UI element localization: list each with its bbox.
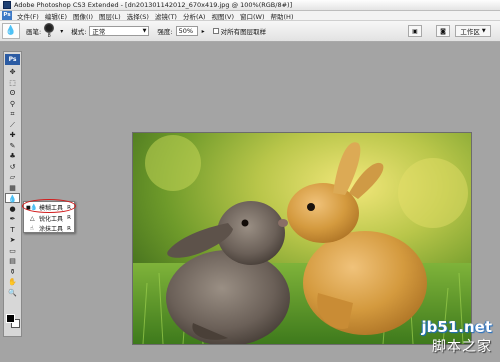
blur-tool-icon[interactable]: 💧 xyxy=(5,193,20,203)
crop-tool-icon[interactable]: ⌗ xyxy=(5,109,20,119)
watermark-site: jb51.net xyxy=(421,318,492,336)
menu-help[interactable]: 帮助(H) xyxy=(268,11,297,21)
hand-tool-icon[interactable]: ✋ xyxy=(5,277,20,287)
watermark-text: 脚本之家 xyxy=(432,339,492,355)
notes-tool-icon[interactable]: ▤ xyxy=(5,256,20,266)
sample-all-layers-label: 对所有图层取样 xyxy=(220,28,267,36)
sharpen-triangle-icon: △ xyxy=(30,214,35,222)
slice-tool-icon[interactable]: ⟋ xyxy=(5,120,20,130)
marquee-tool-icon[interactable]: ⬚ xyxy=(5,78,20,88)
zoom-tool-icon[interactable]: 🔍 xyxy=(5,288,20,298)
lasso-tool-icon[interactable]: ʘ xyxy=(5,88,20,98)
toolbox-ps-logo: Ps xyxy=(5,54,20,65)
options-bar: 💧 画笔: 8 ▾ 模式: 正常 ▼ 强度: 50% ▸ 对所有图层取样 ▣ ◙… xyxy=(0,21,500,42)
camera-button[interactable]: ◙ xyxy=(436,25,450,37)
path-selection-tool-icon[interactable]: ➤ xyxy=(5,235,20,245)
brush-tip-icon xyxy=(44,23,55,33)
flyout-item-shortcut: R xyxy=(67,215,71,221)
menu-window[interactable]: 窗口(W) xyxy=(237,11,268,21)
gradient-tool-icon[interactable]: ▦ xyxy=(5,183,20,193)
type-tool-icon[interactable]: T xyxy=(5,225,20,235)
eraser-tool-icon[interactable]: ▱ xyxy=(5,172,20,182)
blur-drop-icon: 💧 xyxy=(5,26,17,36)
brush-label: 画笔: xyxy=(26,28,42,36)
chevron-down-icon: ▼ xyxy=(481,28,486,34)
workspace-label: 工作区 xyxy=(460,28,480,36)
menu-image[interactable]: 图像(I) xyxy=(70,11,96,21)
palette-icon: ▣ xyxy=(412,27,418,35)
strength-slider-arrow-icon[interactable]: ▸ xyxy=(202,28,205,35)
healing-brush-tool-icon[interactable]: ✚ xyxy=(5,130,20,140)
title-bar: Adobe Photoshop CS3 Extended - [dn201301… xyxy=(0,0,500,11)
brush-picker[interactable]: 8 xyxy=(44,23,55,39)
camera-icon: ◙ xyxy=(440,27,446,35)
flyout-item-sharpen[interactable]: △ 锐化工具 R xyxy=(24,213,74,223)
pen-tool-icon[interactable]: ✒ xyxy=(5,214,20,224)
flyout-item-shortcut: R xyxy=(67,225,71,232)
clone-stamp-tool-icon[interactable]: ♣ xyxy=(5,151,20,161)
menu-analysis[interactable]: 分析(A) xyxy=(180,11,209,21)
smudge-finger-icon: ☝ xyxy=(30,225,34,232)
menu-view[interactable]: 视图(V) xyxy=(208,11,237,21)
strength-value: 50% xyxy=(178,27,194,35)
toolbox: Ps ✥ ⬚ ʘ ⚲ ⌗ ⟋ ✚ ✎ ♣ ↺ ▱ ▦ 💧 ● ✒ T ➤ ▭ ▤ ⚱ ✋ 🔍 xyxy=(3,51,22,337)
shape-tool-icon[interactable]: ▭ xyxy=(5,246,20,256)
magic-wand-tool-icon[interactable]: ⚲ xyxy=(5,99,20,109)
brush-dropdown-arrow-icon[interactable]: ▾ xyxy=(60,28,63,35)
mode-label: 模式: xyxy=(71,28,87,36)
flyout-item-label: 涂抹工具 xyxy=(39,226,64,233)
eyedropper-tool-icon[interactable]: ⚱ xyxy=(5,267,20,277)
tool-list: ✥ ⬚ ʘ ⚲ ⌗ ⟋ ✚ ✎ ♣ ↺ ▱ ▦ 💧 ● ✒ T ➤ ▭ ▤ ⚱ ✋ 🔍 xyxy=(4,67,21,298)
watermark: jb51.net 脚本之家 xyxy=(422,318,492,356)
dodge-tool-icon[interactable]: ● xyxy=(5,204,20,214)
flyout-item-label: 锐化工具 xyxy=(39,215,64,223)
rabbits-photo xyxy=(133,133,471,344)
brush-tool-icon[interactable]: ✎ xyxy=(5,141,20,151)
move-tool-icon[interactable]: ✥ xyxy=(5,67,20,77)
flyout-item-smudge[interactable]: ☝ 涂抹工具 R xyxy=(24,224,74,234)
chevron-down-icon: ▼ xyxy=(142,28,147,34)
menu-bar: Ps 文件(F) 编辑(E) 图像(I) 图层(L) 选择(S) 滤镜(T) 分… xyxy=(0,11,500,21)
sample-all-layers-checkbox[interactable] xyxy=(212,28,219,34)
history-brush-tool-icon[interactable]: ↺ xyxy=(5,162,20,172)
brush-size: 8 xyxy=(47,33,51,39)
window-title: Adobe Photoshop CS3 Extended - [dn201301… xyxy=(14,1,293,9)
menu-filter[interactable]: 滤镜(T) xyxy=(152,11,180,21)
color-swatches[interactable] xyxy=(6,314,20,328)
strength-input[interactable]: 50% xyxy=(175,26,198,36)
photoshop-app-icon xyxy=(3,1,11,9)
menu-edit[interactable]: 编辑(E) xyxy=(42,11,70,21)
ps-menu-logo-icon[interactable]: Ps xyxy=(2,11,12,20)
menu-layer[interactable]: 图层(L) xyxy=(96,11,124,21)
menu-select[interactable]: 选择(S) xyxy=(124,11,152,21)
document-canvas[interactable] xyxy=(132,132,472,345)
menu-file[interactable]: 文件(F) xyxy=(14,11,42,21)
foreground-color-swatch[interactable] xyxy=(6,314,15,323)
tool-preset-picker[interactable]: 💧 xyxy=(2,23,20,39)
red-highlight-annotation xyxy=(22,199,76,213)
mode-select[interactable]: 正常 ▼ xyxy=(89,26,150,36)
finger-painting-button[interactable]: ▣ xyxy=(408,25,422,37)
strength-label: 强度: xyxy=(157,28,173,36)
workspace-button[interactable]: 工作区 ▼ xyxy=(455,25,491,37)
mode-value: 正常 xyxy=(92,28,106,36)
